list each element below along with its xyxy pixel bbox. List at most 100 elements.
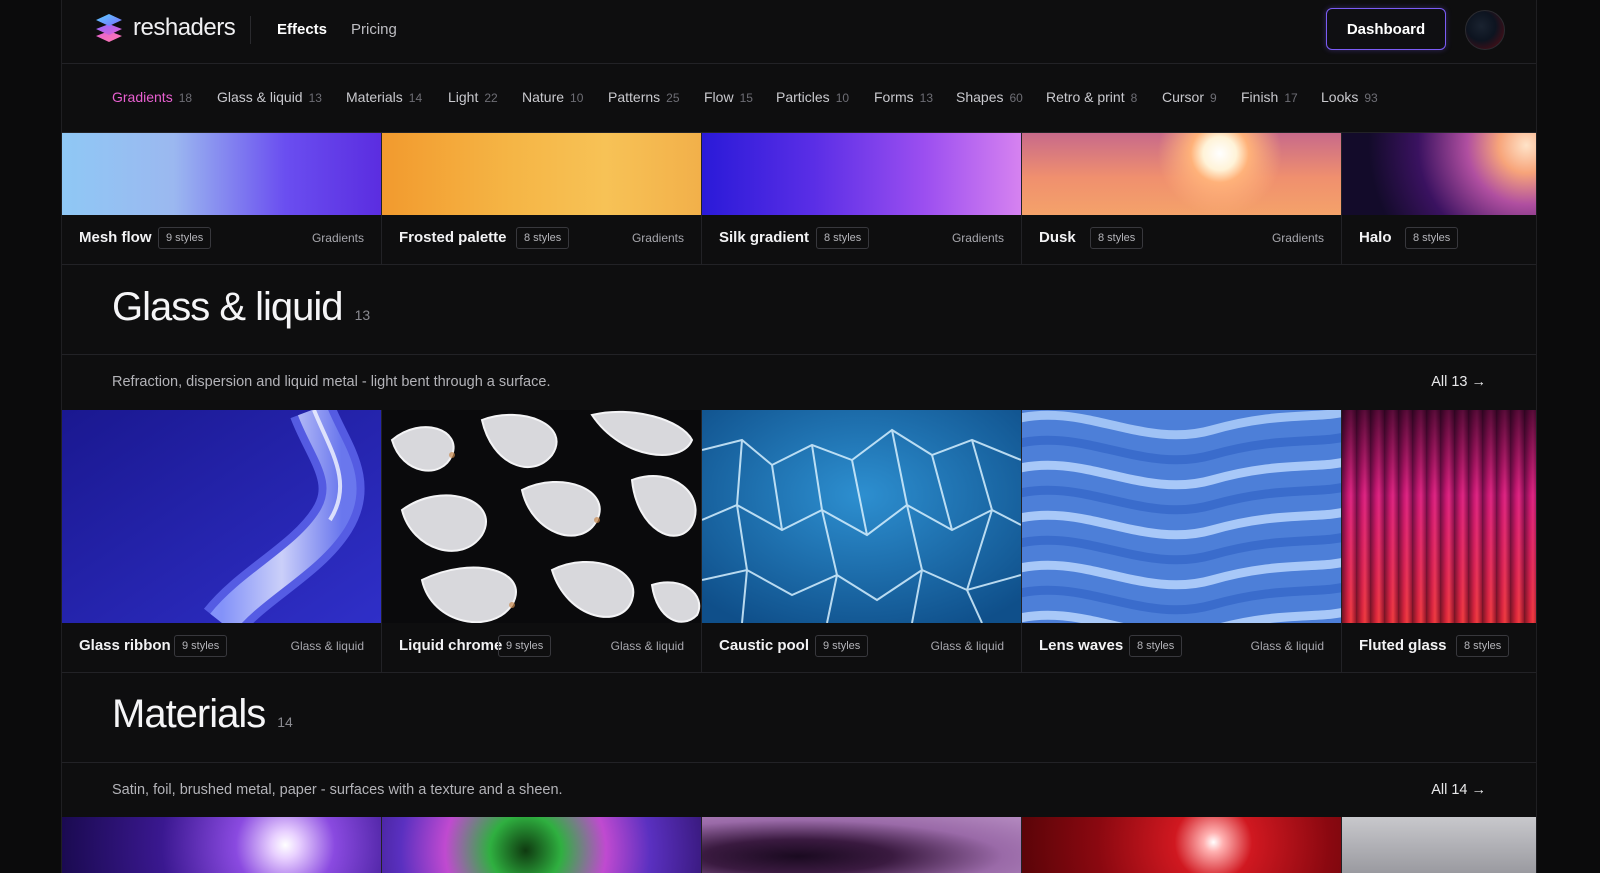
page-frame: reshaders Effects Pricing Dashboard Grad… bbox=[61, 0, 1537, 873]
effect-card-lens-waves[interactable]: Lens waves 8 styles Glass & liquid bbox=[1022, 410, 1342, 673]
user-avatar[interactable] bbox=[1465, 10, 1505, 50]
effect-card-dusk[interactable]: Dusk 8 styles Gradients bbox=[1022, 133, 1342, 265]
effect-preview bbox=[1342, 133, 1536, 215]
effect-card-mesh-flow[interactable]: Mesh flow 9 styles Gradients bbox=[62, 133, 382, 265]
effect-card-glass-ribbon[interactable]: Glass ribbon 9 styles Glass & liquid bbox=[62, 410, 382, 673]
lens-waves-preview bbox=[1022, 410, 1341, 623]
category-cursor[interactable]: Cursor 9 bbox=[1162, 89, 1217, 105]
effect-card-frosted-palette[interactable]: Frosted palette 8 styles Gradients bbox=[382, 133, 702, 265]
effect-preview bbox=[382, 133, 701, 215]
styles-badge: 9 styles bbox=[498, 635, 552, 657]
category-count: 15 bbox=[739, 91, 753, 105]
material-card-5[interactable] bbox=[1342, 817, 1536, 873]
category-count: 93 bbox=[1364, 91, 1378, 105]
effect-card-fluted-glass[interactable]: Fluted glass 8 styles bbox=[1342, 410, 1536, 673]
card-category: Glass & liquid bbox=[610, 639, 684, 653]
dashboard-button[interactable]: Dashboard bbox=[1326, 8, 1446, 50]
card-category: Glass & liquid bbox=[930, 639, 1004, 653]
nav-effects[interactable]: Effects bbox=[277, 21, 327, 38]
category-count: 13 bbox=[919, 91, 934, 105]
category-gradients[interactable]: Gradients 18 bbox=[112, 89, 192, 105]
card-meta: Mesh flow 9 styles Gradients bbox=[62, 215, 381, 263]
category-looks[interactable]: Looks 93 bbox=[1321, 89, 1378, 105]
category-label: Cursor bbox=[1162, 89, 1205, 105]
category-retro-print[interactable]: Retro & print 8 bbox=[1046, 89, 1137, 105]
material-card-3[interactable] bbox=[702, 817, 1022, 873]
card-title: Silk gradient bbox=[719, 229, 810, 246]
category-count: 60 bbox=[1009, 91, 1023, 105]
brand-logo[interactable]: reshaders bbox=[95, 12, 236, 44]
card-category: Gradients bbox=[631, 231, 684, 245]
category-count: 17 bbox=[1284, 91, 1298, 105]
category-label: Nature bbox=[522, 89, 565, 105]
category-count: 10 bbox=[570, 91, 584, 105]
card-title: Halo bbox=[1359, 229, 1392, 246]
category-light[interactable]: Light 22 bbox=[448, 89, 498, 105]
caustic-pool-preview bbox=[702, 410, 1021, 623]
effect-card-silk-gradient[interactable]: Silk gradient 8 styles Gradients bbox=[702, 133, 1022, 265]
header-divider bbox=[250, 16, 251, 44]
effect-preview bbox=[1022, 133, 1341, 215]
section-title-glass-liquid: Glass & liquid 13 bbox=[112, 285, 370, 330]
section-count: 13 bbox=[354, 307, 371, 323]
section-title-text: Materials bbox=[112, 692, 266, 736]
category-flow[interactable]: Flow 15 bbox=[704, 89, 753, 105]
styles-badge: 9 styles bbox=[174, 635, 228, 657]
section-description-bar: Satin, foil, brushed metal, paper - surf… bbox=[62, 762, 1536, 817]
styles-badge: 9 styles bbox=[815, 635, 869, 657]
styles-badge: 8 styles bbox=[1129, 635, 1183, 657]
section-description: Refraction, dispersion and liquid metal … bbox=[112, 374, 551, 390]
card-meta: Frosted palette 8 styles Gradients bbox=[382, 215, 701, 263]
effect-preview bbox=[1342, 410, 1536, 623]
material-card-1[interactable] bbox=[62, 817, 382, 873]
card-category: Gradients bbox=[311, 231, 364, 245]
category-count: 25 bbox=[666, 91, 680, 105]
category-count: 14 bbox=[408, 91, 423, 105]
category-label: Finish bbox=[1241, 89, 1279, 105]
material-card-4[interactable] bbox=[1022, 817, 1342, 873]
all-glass-liquid-link[interactable]: All 13 → bbox=[1431, 374, 1486, 390]
effect-card-halo[interactable]: Halo 8 styles bbox=[1342, 133, 1536, 265]
category-nature[interactable]: Nature 10 bbox=[522, 89, 583, 105]
nav-pricing[interactable]: Pricing bbox=[351, 21, 397, 38]
section-title-materials: Materials 14 bbox=[112, 692, 293, 737]
card-meta: Liquid chrome 9 styles Glass & liquid bbox=[382, 623, 701, 671]
styles-badge: 9 styles bbox=[158, 227, 212, 249]
section-count: 14 bbox=[277, 714, 293, 730]
effect-card-caustic-pool[interactable]: Caustic pool 9 styles Glass & liquid bbox=[702, 410, 1022, 673]
card-title: Caustic pool bbox=[719, 637, 810, 654]
category-label: Flow bbox=[704, 89, 734, 105]
effect-card-liquid-chrome[interactable]: Liquid chrome 9 styles Glass & liquid bbox=[382, 410, 702, 673]
category-count: 10 bbox=[835, 91, 850, 105]
card-meta: Fluted glass 8 styles bbox=[1342, 623, 1536, 671]
category-materials[interactable]: Materials 14 bbox=[346, 89, 422, 105]
category-label: Retro & print bbox=[1046, 89, 1125, 105]
glass-ribbon-preview bbox=[62, 410, 381, 623]
card-meta: Caustic pool 9 styles Glass & liquid bbox=[702, 623, 1021, 671]
category-label: Gradients bbox=[112, 89, 173, 105]
category-label: Materials bbox=[346, 89, 403, 105]
material-card-2[interactable] bbox=[382, 817, 702, 873]
category-glass-liquid[interactable]: Glass & liquid 13 bbox=[217, 89, 322, 105]
category-count: 18 bbox=[178, 91, 193, 105]
category-patterns[interactable]: Patterns 25 bbox=[608, 89, 680, 105]
card-category: Gradients bbox=[1271, 231, 1324, 245]
category-shapes[interactable]: Shapes 60 bbox=[956, 89, 1023, 105]
top-navigation: reshaders Effects Pricing Dashboard bbox=[62, 0, 1536, 64]
styles-badge: 8 styles bbox=[1090, 227, 1144, 249]
section-description: Satin, foil, brushed metal, paper - surf… bbox=[112, 782, 563, 798]
brand-name: reshaders bbox=[133, 14, 236, 41]
effect-preview bbox=[1342, 817, 1536, 873]
all-materials-link[interactable]: All 14 → bbox=[1431, 782, 1486, 798]
layers-logo-icon bbox=[96, 14, 122, 42]
category-count: 9 bbox=[1210, 91, 1217, 105]
category-label: Looks bbox=[1321, 89, 1359, 105]
styles-badge: 8 styles bbox=[816, 227, 870, 249]
card-title: Fluted glass bbox=[1359, 637, 1447, 654]
styles-badge: 8 styles bbox=[516, 227, 570, 249]
card-meta: Glass ribbon 9 styles Glass & liquid bbox=[62, 623, 381, 671]
category-forms[interactable]: Forms 13 bbox=[874, 89, 933, 105]
category-particles[interactable]: Particles 10 bbox=[776, 89, 849, 105]
section-description-bar: Refraction, dispersion and liquid metal … bbox=[62, 354, 1536, 409]
category-finish[interactable]: Finish 17 bbox=[1241, 89, 1298, 105]
